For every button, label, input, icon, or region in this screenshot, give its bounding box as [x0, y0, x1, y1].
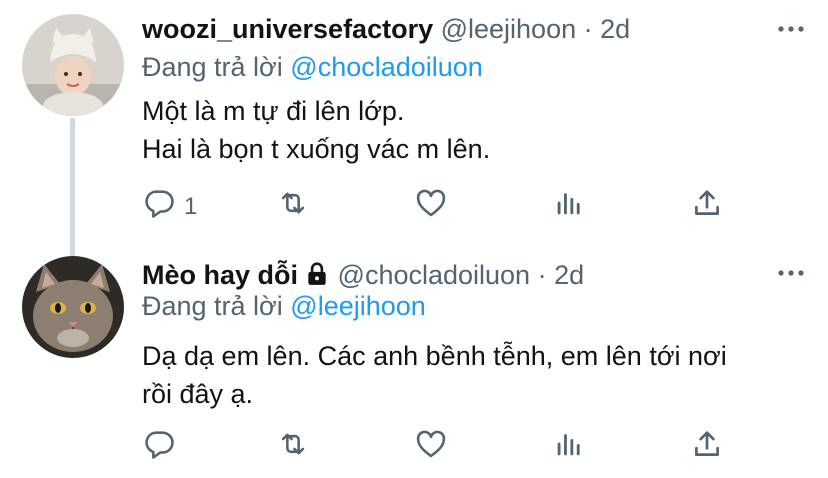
- analytics-icon: [552, 186, 586, 227]
- tweet-header: woozi_universefactory @leejihoon · 2d: [142, 12, 630, 46]
- share-icon: [690, 427, 724, 468]
- tweet-text-line: Một là m tự đi lên lớp.: [142, 96, 405, 126]
- user-handle[interactable]: @leejihoon: [441, 14, 577, 44]
- like-button[interactable]: [414, 427, 448, 468]
- tweet-1[interactable]: woozi_universefactory @leejihoon · 2d Đa…: [0, 0, 828, 250]
- tweet-2[interactable]: Mèo hay dỗi @chocladoiluon · 2d Đang trả…: [0, 250, 828, 478]
- more-icon[interactable]: [776, 258, 806, 295]
- reply-button[interactable]: [142, 427, 184, 468]
- like-icon: [414, 427, 448, 468]
- share-button[interactable]: [690, 427, 724, 468]
- retweet-icon: [276, 186, 310, 227]
- retweet-button[interactable]: [276, 427, 310, 468]
- separator-dot: ·: [537, 260, 547, 290]
- display-name[interactable]: woozi_universefactory: [142, 14, 433, 44]
- like-icon: [414, 186, 448, 227]
- reply-icon: [142, 186, 176, 227]
- reply-button[interactable]: 1: [142, 186, 197, 227]
- avatar-meo[interactable]: [22, 256, 124, 358]
- share-icon: [690, 186, 724, 227]
- tweet-text-line: rồi đây ạ.: [142, 379, 254, 409]
- replying-label: Đang trả lời: [142, 291, 283, 321]
- tweet-text-line: Hai là bọn t xuống vác m lên.: [142, 134, 491, 164]
- timestamp[interactable]: 2d: [554, 260, 584, 290]
- replying-label: Đang trả lời: [142, 52, 283, 82]
- retweet-button[interactable]: [276, 186, 310, 227]
- more-icon[interactable]: [776, 14, 806, 51]
- tweet-text-line: Dạ dạ em lên. Các anh bềnh tễnh, em lên …: [142, 341, 727, 371]
- timestamp[interactable]: 2d: [600, 14, 630, 44]
- replying-to: Đang trả lời @chocladoiluon: [142, 50, 483, 84]
- display-name[interactable]: Mèo hay dỗi: [142, 260, 298, 290]
- like-button[interactable]: [414, 186, 448, 227]
- retweet-icon: [276, 427, 310, 468]
- share-button[interactable]: [690, 186, 724, 227]
- separator-dot: ·: [583, 14, 593, 44]
- avatar-woozi[interactable]: [22, 14, 124, 116]
- analytics-button[interactable]: [552, 427, 586, 468]
- analytics-button[interactable]: [552, 186, 586, 227]
- replying-mention[interactable]: @leejihoon: [290, 291, 426, 321]
- user-handle[interactable]: @chocladoiluon: [338, 260, 531, 290]
- analytics-icon: [552, 427, 586, 468]
- replying-to: Đang trả lời @leejihoon: [142, 289, 426, 323]
- tweet-text: Một là m tự đi lên lớp. Hai là bọn t xuố…: [142, 92, 802, 168]
- reply-icon: [142, 427, 176, 468]
- tweet-text: Dạ dạ em lên. Các anh bềnh tễnh, em lên …: [142, 337, 802, 413]
- reply-count: 1: [184, 192, 198, 220]
- replying-mention[interactable]: @chocladoiluon: [290, 52, 483, 82]
